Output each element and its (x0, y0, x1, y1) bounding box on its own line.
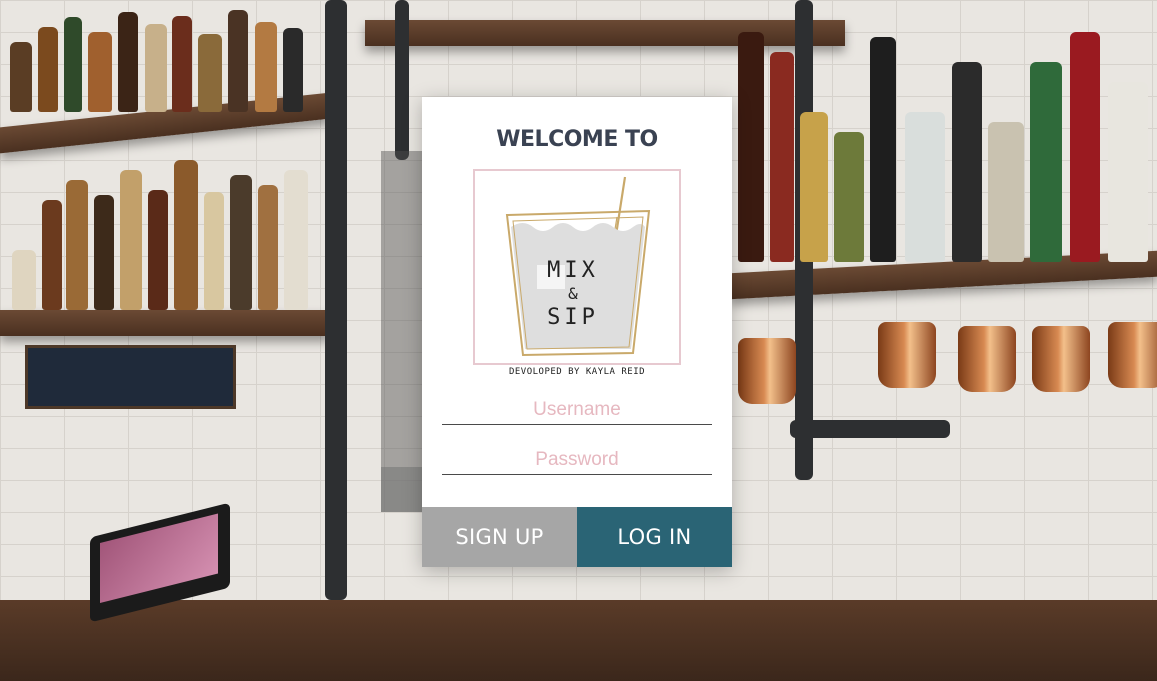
background-copper-mug (1108, 322, 1157, 388)
background-bottles-mid-left (0, 150, 330, 310)
background-shelf-mid-left (0, 310, 330, 336)
background-bottles-top-left (0, 0, 330, 112)
sign-up-button[interactable]: SIGN UP (422, 507, 577, 567)
background-pipe (790, 420, 950, 438)
logo-text-mix: MIX (547, 258, 599, 283)
logo-text-ampersand: & (568, 284, 578, 303)
background-copper-mug (958, 326, 1016, 392)
background-chalkboard (25, 345, 236, 409)
developer-credit: DEVOLOPED BY KAYLA REID (508, 367, 646, 377)
background-counter (0, 600, 1157, 681)
background-pipe (395, 0, 409, 160)
password-input[interactable] (442, 446, 712, 475)
background-bottles-top-right (730, 0, 1157, 262)
background-copper-mug (1032, 326, 1090, 392)
logo-text-sip: SIP (547, 305, 599, 330)
login-card: WELCOME TO MIX & SIP DEVOLOPED BY KAYLA … (422, 97, 732, 567)
app-root: WELCOME TO MIX & SIP DEVOLOPED BY KAYLA … (0, 0, 1157, 681)
mix-and-sip-logo: MIX & SIP (473, 169, 681, 365)
background-copper-mug (738, 338, 796, 404)
username-input[interactable] (442, 396, 712, 425)
log-in-button[interactable]: LOG IN (577, 507, 732, 567)
background-copper-mug (878, 322, 936, 388)
welcome-title: WELCOME TO (496, 127, 658, 152)
